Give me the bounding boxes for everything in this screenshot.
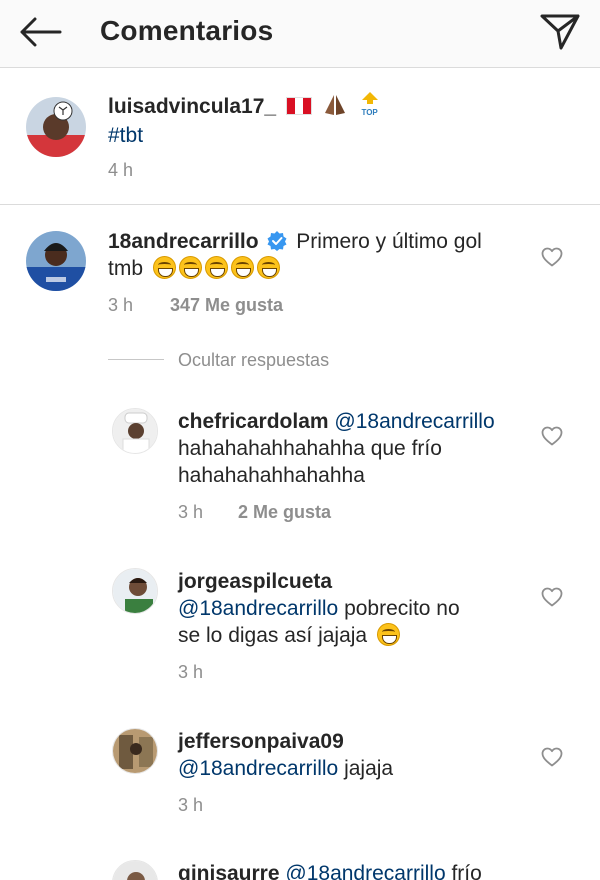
reply-username[interactable]: chefricardolam [178, 410, 329, 433]
reply-time: 3 h [178, 795, 204, 815]
page-title: Comentarios [100, 15, 274, 46]
up-arrow-icon [361, 92, 378, 104]
avatar-photo [26, 231, 86, 291]
comment-username[interactable]: 18andrecarrillo [108, 230, 259, 253]
caption-hashtag[interactable]: #tbt [108, 122, 143, 149]
comment-time: 3 h [108, 295, 134, 315]
reply-username[interactable]: jorgeaspilcueta [178, 570, 332, 593]
comment-text: Primero y último gol [296, 230, 482, 253]
top-bar: Comentarios [0, 0, 600, 68]
verified-badge-icon [267, 231, 287, 258]
avatar[interactable] [112, 860, 158, 880]
avatar[interactable] [112, 728, 158, 774]
avatar-photo [113, 569, 157, 613]
avatar-photo [113, 729, 157, 773]
reply-text: pobrecito no [344, 597, 460, 620]
reply-text-continued: se lo digas así jajaja [178, 624, 368, 647]
back-arrow-icon [20, 17, 62, 47]
avatar[interactable] [112, 408, 158, 454]
avatar[interactable] [26, 231, 86, 291]
grinning-emoji-icon [376, 623, 403, 647]
avatar-photo [113, 861, 157, 880]
reply-time: 3 h [178, 502, 204, 522]
reply-mention[interactable]: @18andrecarrillo [334, 410, 494, 433]
hide-replies-button[interactable]: Ocultar respuestas [178, 350, 329, 371]
reply-mention[interactable]: @18andrecarrillo [178, 597, 338, 620]
peru-flag-icon [285, 97, 312, 115]
divider [0, 204, 600, 205]
grinning-emoji-icon [152, 256, 283, 280]
back-button[interactable] [14, 10, 66, 54]
comment-text-continued: tmb [108, 257, 144, 280]
reply-time: 3 h [178, 662, 204, 682]
reply-mention[interactable]: @18andrecarrillo [285, 862, 445, 880]
reply-username[interactable]: jeffersonpaiva09 [178, 730, 344, 753]
reply-mention[interactable]: @18andrecarrillo [178, 757, 338, 780]
like-heart-icon[interactable] [538, 243, 566, 271]
reply-username[interactable]: ginisaurre [178, 862, 280, 880]
avatar-photo [113, 409, 157, 453]
reply-text-continued: hahahahahhahahha [178, 464, 365, 487]
avatar[interactable] [112, 568, 158, 614]
replies-divider [108, 359, 164, 360]
top-badge-label: TOP [361, 108, 378, 117]
like-heart-icon[interactable] [538, 422, 566, 450]
like-heart-icon[interactable] [538, 743, 566, 771]
avatar-photo [26, 97, 86, 157]
comment-likes[interactable]: 347 Me gusta [170, 295, 283, 316]
top-badge: TOP [358, 92, 382, 118]
reply-text: jajaja [344, 757, 394, 780]
reply-text: frío [451, 862, 482, 880]
caption-time: 4 h [108, 160, 134, 180]
like-heart-icon[interactable] [538, 583, 566, 611]
direct-message-button[interactable] [534, 8, 586, 56]
send-icon [540, 14, 580, 50]
reply-likes[interactable]: 2 Me gusta [238, 502, 331, 523]
reply-text: hahahahahhahahha que frío [178, 437, 442, 460]
praying-hands-icon [322, 93, 348, 124]
caption-username[interactable]: luisadvincula17_ [108, 95, 276, 118]
avatar[interactable] [26, 97, 86, 157]
